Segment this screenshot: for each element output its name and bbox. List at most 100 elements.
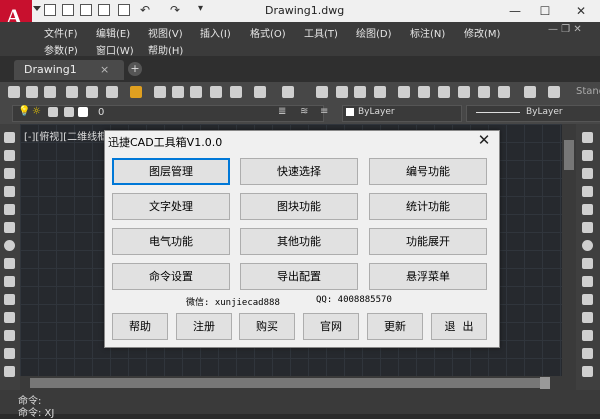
rotate-icon[interactable]: [582, 240, 593, 251]
print-icon[interactable]: [66, 86, 78, 98]
block-editor-icon[interactable]: [230, 86, 242, 98]
trim-icon[interactable]: [582, 294, 593, 305]
floating-menu-button[interactable]: 悬浮菜单: [369, 263, 487, 290]
numbering-button[interactable]: 编号功能: [369, 158, 487, 185]
paste-icon[interactable]: [190, 86, 202, 98]
line-icon[interactable]: [4, 132, 15, 143]
layer-previous-icon[interactable]: ≡: [320, 106, 328, 117]
rectangle-icon[interactable]: [4, 204, 15, 215]
update-button[interactable]: 更新: [367, 313, 423, 340]
stretch-icon[interactable]: [582, 276, 593, 287]
print-icon[interactable]: [118, 4, 130, 16]
menu-insert[interactable]: 插入(I): [200, 25, 231, 40]
new-file-icon[interactable]: [44, 4, 56, 16]
other-functions-button[interactable]: 其他功能: [240, 228, 358, 255]
save-as-icon[interactable]: [98, 4, 110, 16]
circle-icon[interactable]: [4, 240, 15, 251]
open-folder-icon[interactable]: [62, 4, 74, 16]
menu-modify[interactable]: 修改(M): [464, 25, 500, 40]
text-processing-button[interactable]: 文字处理: [112, 193, 230, 220]
dim-style-icon[interactable]: [548, 86, 560, 98]
markup-icon[interactable]: [478, 86, 490, 98]
register-button[interactable]: 注册: [176, 313, 232, 340]
redo-icon[interactable]: ↷: [170, 3, 180, 17]
block-functions-button[interactable]: 图块功能: [240, 193, 358, 220]
redo-icon[interactable]: [282, 86, 294, 98]
zoom-window-icon[interactable]: [354, 86, 366, 98]
fillet-icon[interactable]: [582, 366, 593, 377]
scroll-right-arrow[interactable]: [540, 377, 550, 389]
undo-icon[interactable]: [254, 86, 266, 98]
dialog-close-icon[interactable]: ✕: [474, 130, 494, 150]
construction-line-icon[interactable]: [4, 150, 15, 161]
make-block-icon[interactable]: [4, 330, 15, 341]
point-icon[interactable]: [4, 348, 15, 359]
menu-draw[interactable]: 绘图(D): [356, 25, 392, 40]
render-icon[interactable]: [130, 86, 142, 98]
new-icon[interactable]: [8, 86, 20, 98]
menu-help[interactable]: 帮助(H): [148, 42, 183, 57]
copy-icon[interactable]: [172, 86, 184, 98]
minimize-icon[interactable]: —: [500, 2, 530, 20]
chamfer-icon[interactable]: [582, 348, 593, 359]
new-tab-button[interactable]: +: [128, 62, 142, 76]
mirror-icon[interactable]: [582, 168, 593, 179]
export-config-button[interactable]: 导出配置: [240, 263, 358, 290]
menu-window[interactable]: 窗口(W): [96, 42, 134, 57]
vertical-scroll-thumb[interactable]: [564, 140, 574, 170]
buy-button[interactable]: 购买: [239, 313, 295, 340]
customize-icon[interactable]: ▾: [198, 3, 203, 14]
menu-dimension[interactable]: 标注(N): [410, 25, 445, 40]
plot-preview-icon[interactable]: [86, 86, 98, 98]
quick-select-button[interactable]: 快速选择: [240, 158, 358, 185]
maximize-icon[interactable]: ☐: [530, 2, 560, 20]
open-icon[interactable]: [26, 86, 38, 98]
zoom-previous-icon[interactable]: [374, 86, 386, 98]
quick-calc-icon[interactable]: [498, 86, 510, 98]
style-dropdown[interactable]: Stand: [576, 86, 600, 97]
make-current-icon[interactable]: ≋: [300, 106, 308, 117]
expand-functions-button[interactable]: 功能展开: [369, 228, 487, 255]
pan-icon[interactable]: [316, 86, 328, 98]
extend-icon[interactable]: [582, 312, 593, 323]
insert-block-icon[interactable]: [4, 312, 15, 323]
layer-management-button[interactable]: 图层管理: [112, 158, 230, 185]
exit-button[interactable]: 退 出: [431, 313, 487, 340]
polygon-icon[interactable]: [4, 186, 15, 197]
horizontal-scroll-thumb[interactable]: [30, 378, 540, 388]
website-button[interactable]: 官网: [303, 313, 359, 340]
move-icon[interactable]: [582, 222, 593, 233]
text-style-icon[interactable]: [524, 86, 536, 98]
properties-icon[interactable]: [398, 86, 410, 98]
ellipse-icon[interactable]: [4, 294, 15, 305]
publish-icon[interactable]: [106, 86, 118, 98]
electrical-button[interactable]: 电气功能: [112, 228, 230, 255]
menu-parameters[interactable]: 参数(P): [44, 42, 78, 57]
spline-icon[interactable]: [4, 276, 15, 287]
menu-tools[interactable]: 工具(T): [304, 25, 338, 40]
undo-icon[interactable]: ↶: [140, 3, 150, 17]
cut-icon[interactable]: [154, 86, 166, 98]
break-icon[interactable]: [582, 330, 593, 341]
menu-view[interactable]: 视图(V): [148, 25, 183, 40]
app-menu-dropdown-icon[interactable]: [33, 6, 41, 11]
document-window-controls[interactable]: — ❐ ✕: [548, 24, 582, 35]
scale-icon[interactable]: [582, 258, 593, 269]
offset-icon[interactable]: [582, 186, 593, 197]
polyline-icon[interactable]: [4, 168, 15, 179]
save-icon[interactable]: [80, 4, 92, 16]
layer-states-icon[interactable]: ≣: [278, 106, 286, 117]
copy-object-icon[interactable]: [582, 150, 593, 161]
revision-cloud-icon[interactable]: [4, 258, 15, 269]
array-icon[interactable]: [582, 204, 593, 215]
command-settings-button[interactable]: 命令设置: [112, 263, 230, 290]
zoom-realtime-icon[interactable]: [336, 86, 348, 98]
statistics-button[interactable]: 统计功能: [369, 193, 487, 220]
menu-format[interactable]: 格式(O): [250, 25, 286, 40]
design-center-icon[interactable]: [418, 86, 430, 98]
close-icon[interactable]: ✕: [566, 2, 596, 20]
erase-icon[interactable]: [582, 132, 593, 143]
viewport-label[interactable]: [-][俯视][二维线框]: [24, 128, 111, 143]
arc-icon[interactable]: [4, 222, 15, 233]
help-button[interactable]: 帮助: [112, 313, 168, 340]
